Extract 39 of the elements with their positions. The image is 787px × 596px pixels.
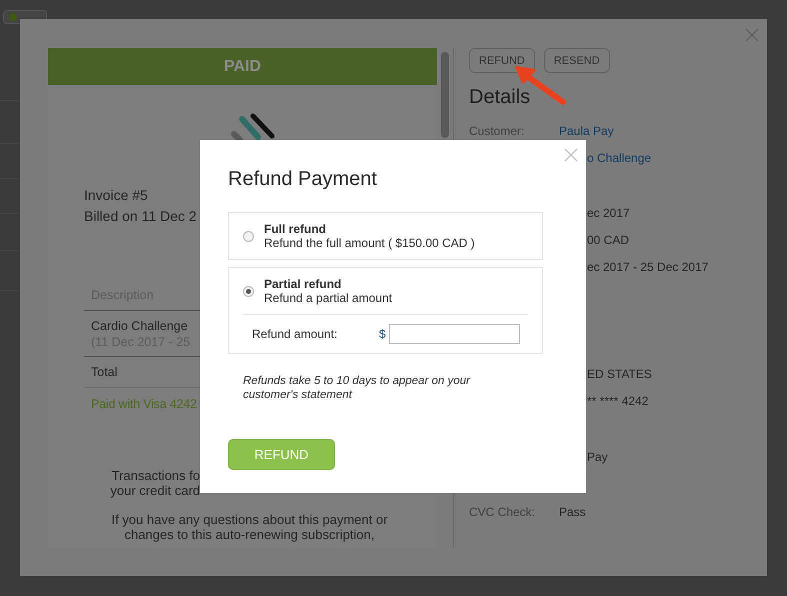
detail-value: Pay bbox=[587, 450, 608, 464]
detail-value: Pass bbox=[559, 504, 586, 518]
refund-button[interactable]: REFUND bbox=[228, 439, 335, 470]
refund-option[interactable]: Partial refund Refund a partial amount Refund amount: $ bbox=[228, 267, 543, 354]
close-icon[interactable] bbox=[745, 28, 759, 42]
paid-banner: PAID bbox=[48, 48, 437, 85]
detail-value: ec 2017 bbox=[587, 206, 630, 220]
amount-label: Refund amount: bbox=[252, 327, 338, 341]
detail-link[interactable]: Paula Pay bbox=[559, 124, 614, 138]
footer-paragraph: If you have any questions about this payment or changes to this auto-renewing subscription, bbox=[110, 512, 389, 542]
currency-symbol: $ bbox=[379, 327, 387, 341]
option-title: Full refund bbox=[264, 222, 327, 236]
option-title: Partial refund bbox=[264, 277, 342, 291]
detail-value: ED STATES bbox=[587, 366, 652, 380]
detail-label: Customer: bbox=[469, 124, 526, 138]
action-button[interactable]: RESEND bbox=[544, 48, 610, 73]
details-heading: Details bbox=[469, 86, 532, 109]
amount-input[interactable] bbox=[389, 324, 520, 344]
refund-option[interactable]: Full refund Refund the full amount ( $150.00 CAD ) bbox=[228, 212, 543, 260]
payment-method: Paid with Visa 4242 bbox=[84, 388, 200, 420]
refund-note: Refunds take 5 to 10 days to appear on your customer's statement bbox=[243, 374, 472, 402]
footer-paragraph: Transactions fo your credit card bbox=[109, 468, 200, 498]
billed-date: Billed on 11 Dec 2 bbox=[84, 207, 194, 226]
invoice-number: Invoice #5 bbox=[84, 186, 149, 205]
detail-value: 00 CAD bbox=[587, 232, 630, 246]
option-description: Refund the full amount ( $150.00 CAD ) bbox=[264, 236, 475, 250]
close-icon[interactable] bbox=[564, 148, 578, 162]
radio-button[interactable] bbox=[243, 230, 254, 242]
dialog-title: Refund Payment bbox=[228, 168, 378, 191]
detail-label: CVC Check: bbox=[469, 504, 536, 518]
option-description: Refund a partial amount bbox=[264, 291, 392, 305]
logo-icon bbox=[230, 112, 276, 142]
scrollbar-thumb[interactable] bbox=[441, 52, 449, 138]
status-dot-icon bbox=[9, 13, 17, 21]
item-name: Cardio Challenge bbox=[91, 318, 188, 332]
detail-link[interactable]: o Challenge bbox=[587, 150, 652, 164]
radio-button[interactable] bbox=[243, 286, 254, 296]
detail-value: ** **** 4242 bbox=[587, 394, 648, 408]
detail-value: ec 2017 - 25 Dec 2017 bbox=[587, 260, 708, 274]
